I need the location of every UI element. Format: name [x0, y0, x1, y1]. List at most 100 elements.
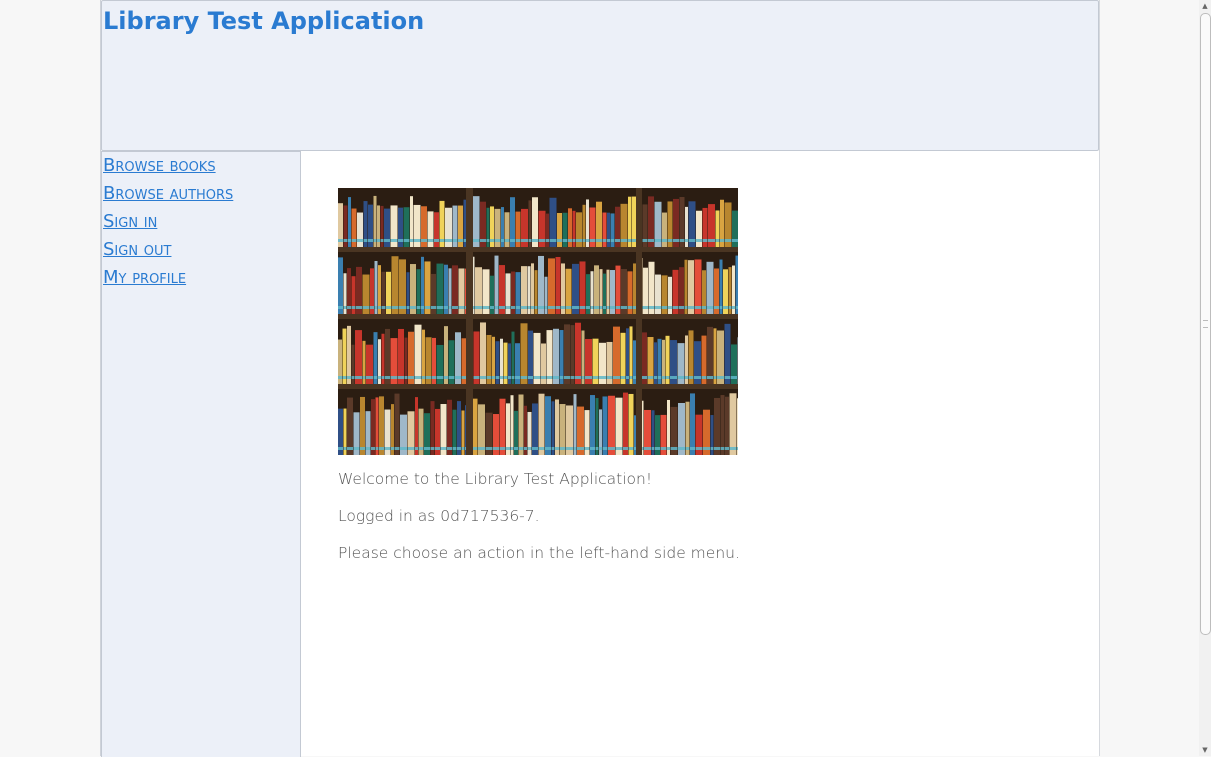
logged-in-status: Logged in as 0d717536-7. — [338, 507, 540, 525]
book-label-band — [589, 239, 596, 242]
book-label-band — [457, 447, 461, 450]
book-label-band — [410, 239, 413, 242]
book-spine — [518, 394, 524, 455]
book-label-band — [594, 306, 599, 309]
book-label-band — [448, 306, 452, 309]
book-label-band — [430, 447, 435, 450]
sign-out-link[interactable]: Sign out — [103, 239, 171, 260]
book-label-band — [486, 376, 492, 379]
book-spine — [553, 328, 559, 384]
book-spine — [629, 326, 633, 384]
book-label-band — [398, 239, 403, 242]
book-label-band — [504, 239, 510, 242]
book-label-band — [654, 376, 657, 379]
book-label-band — [555, 306, 561, 309]
book-spine — [347, 325, 351, 384]
book-label-band — [545, 447, 551, 450]
book-label-band — [717, 376, 724, 379]
book-label-band — [458, 306, 465, 309]
book-label-band — [572, 306, 579, 309]
book-label-band — [499, 447, 506, 450]
book-spine — [391, 256, 399, 314]
book-label-band — [480, 376, 486, 379]
book-spine — [564, 324, 570, 384]
book-label-band — [710, 447, 714, 450]
book-label-band — [679, 239, 685, 242]
book-label-band — [452, 306, 458, 309]
browse-books-link[interactable]: Browse books — [103, 155, 216, 176]
book-label-band — [528, 376, 533, 379]
book-label-band — [439, 239, 445, 242]
book-label-band — [452, 239, 458, 242]
book-label-band — [573, 447, 577, 450]
book-spine — [602, 396, 608, 455]
book-label-band — [655, 447, 660, 450]
book-label-band — [448, 376, 455, 379]
book-label-band — [595, 447, 599, 450]
book-label-band — [386, 306, 391, 309]
book-label-band — [338, 376, 342, 379]
book-label-band — [623, 447, 628, 450]
book-label-band — [351, 376, 355, 379]
book-label-band — [572, 239, 576, 242]
book-label-band — [607, 239, 610, 242]
book-label-band — [447, 447, 452, 450]
sign-in-link[interactable]: Sign in — [103, 211, 157, 232]
book-spine — [371, 399, 375, 455]
book-label-band — [672, 306, 679, 309]
book-label-band — [384, 239, 390, 242]
book-label-band — [444, 376, 448, 379]
book-label-band — [520, 376, 528, 379]
book-label-band — [719, 306, 723, 309]
book-label-band — [415, 447, 418, 450]
book-label-band — [366, 376, 373, 379]
book-spine — [430, 401, 435, 455]
book-label-band — [458, 239, 463, 242]
book-label-band — [514, 447, 518, 450]
book-label-band — [724, 239, 732, 242]
book-label-band — [703, 447, 710, 450]
arrow-up-icon[interactable]: ▲ — [1199, 0, 1211, 12]
nav-menu: Browse books Browse authors Sign in Sign… — [103, 155, 233, 295]
arrow-down-icon[interactable]: ▼ — [1199, 744, 1211, 756]
book-label-band — [685, 376, 688, 379]
book-label-band — [452, 447, 457, 450]
book-label-band — [475, 306, 482, 309]
book-label-band — [528, 239, 532, 242]
book-label-band — [363, 239, 368, 242]
scrollbar-thumb[interactable] — [1200, 13, 1211, 635]
book-label-band — [628, 239, 631, 242]
book-spine — [559, 330, 564, 384]
book-label-band — [338, 447, 343, 450]
vertical-scrollbar[interactable]: ▲ ▼ — [1199, 0, 1211, 756]
nav-item-my-profile: My profile — [103, 267, 233, 295]
my-profile-link[interactable]: My profile — [103, 267, 186, 288]
book-label-band — [688, 376, 694, 379]
book-label-band — [599, 447, 602, 450]
book-spine — [342, 328, 347, 384]
book-label-band — [610, 306, 615, 309]
book-label-band — [338, 306, 343, 309]
book-label-band — [590, 306, 594, 309]
book-label-band — [503, 376, 508, 379]
book-label-band — [602, 447, 608, 450]
book-label-band — [648, 239, 654, 242]
book-spine — [394, 393, 400, 455]
book-label-band — [685, 447, 690, 450]
book-spine — [457, 401, 461, 455]
book-spine — [398, 328, 404, 384]
book-label-band — [421, 306, 424, 309]
book-spine — [548, 258, 555, 314]
book-spine — [447, 399, 452, 455]
book-label-band — [515, 239, 521, 242]
book-label-band — [570, 376, 575, 379]
browse-authors-link[interactable]: Browse authors — [103, 183, 233, 204]
book-label-band — [485, 447, 493, 450]
book-label-band — [436, 376, 444, 379]
book-label-band — [356, 306, 362, 309]
book-label-band — [643, 306, 648, 309]
book-label-band — [434, 239, 439, 242]
book-label-band — [342, 376, 347, 379]
book-label-band — [615, 306, 621, 309]
book-label-band — [688, 239, 696, 242]
